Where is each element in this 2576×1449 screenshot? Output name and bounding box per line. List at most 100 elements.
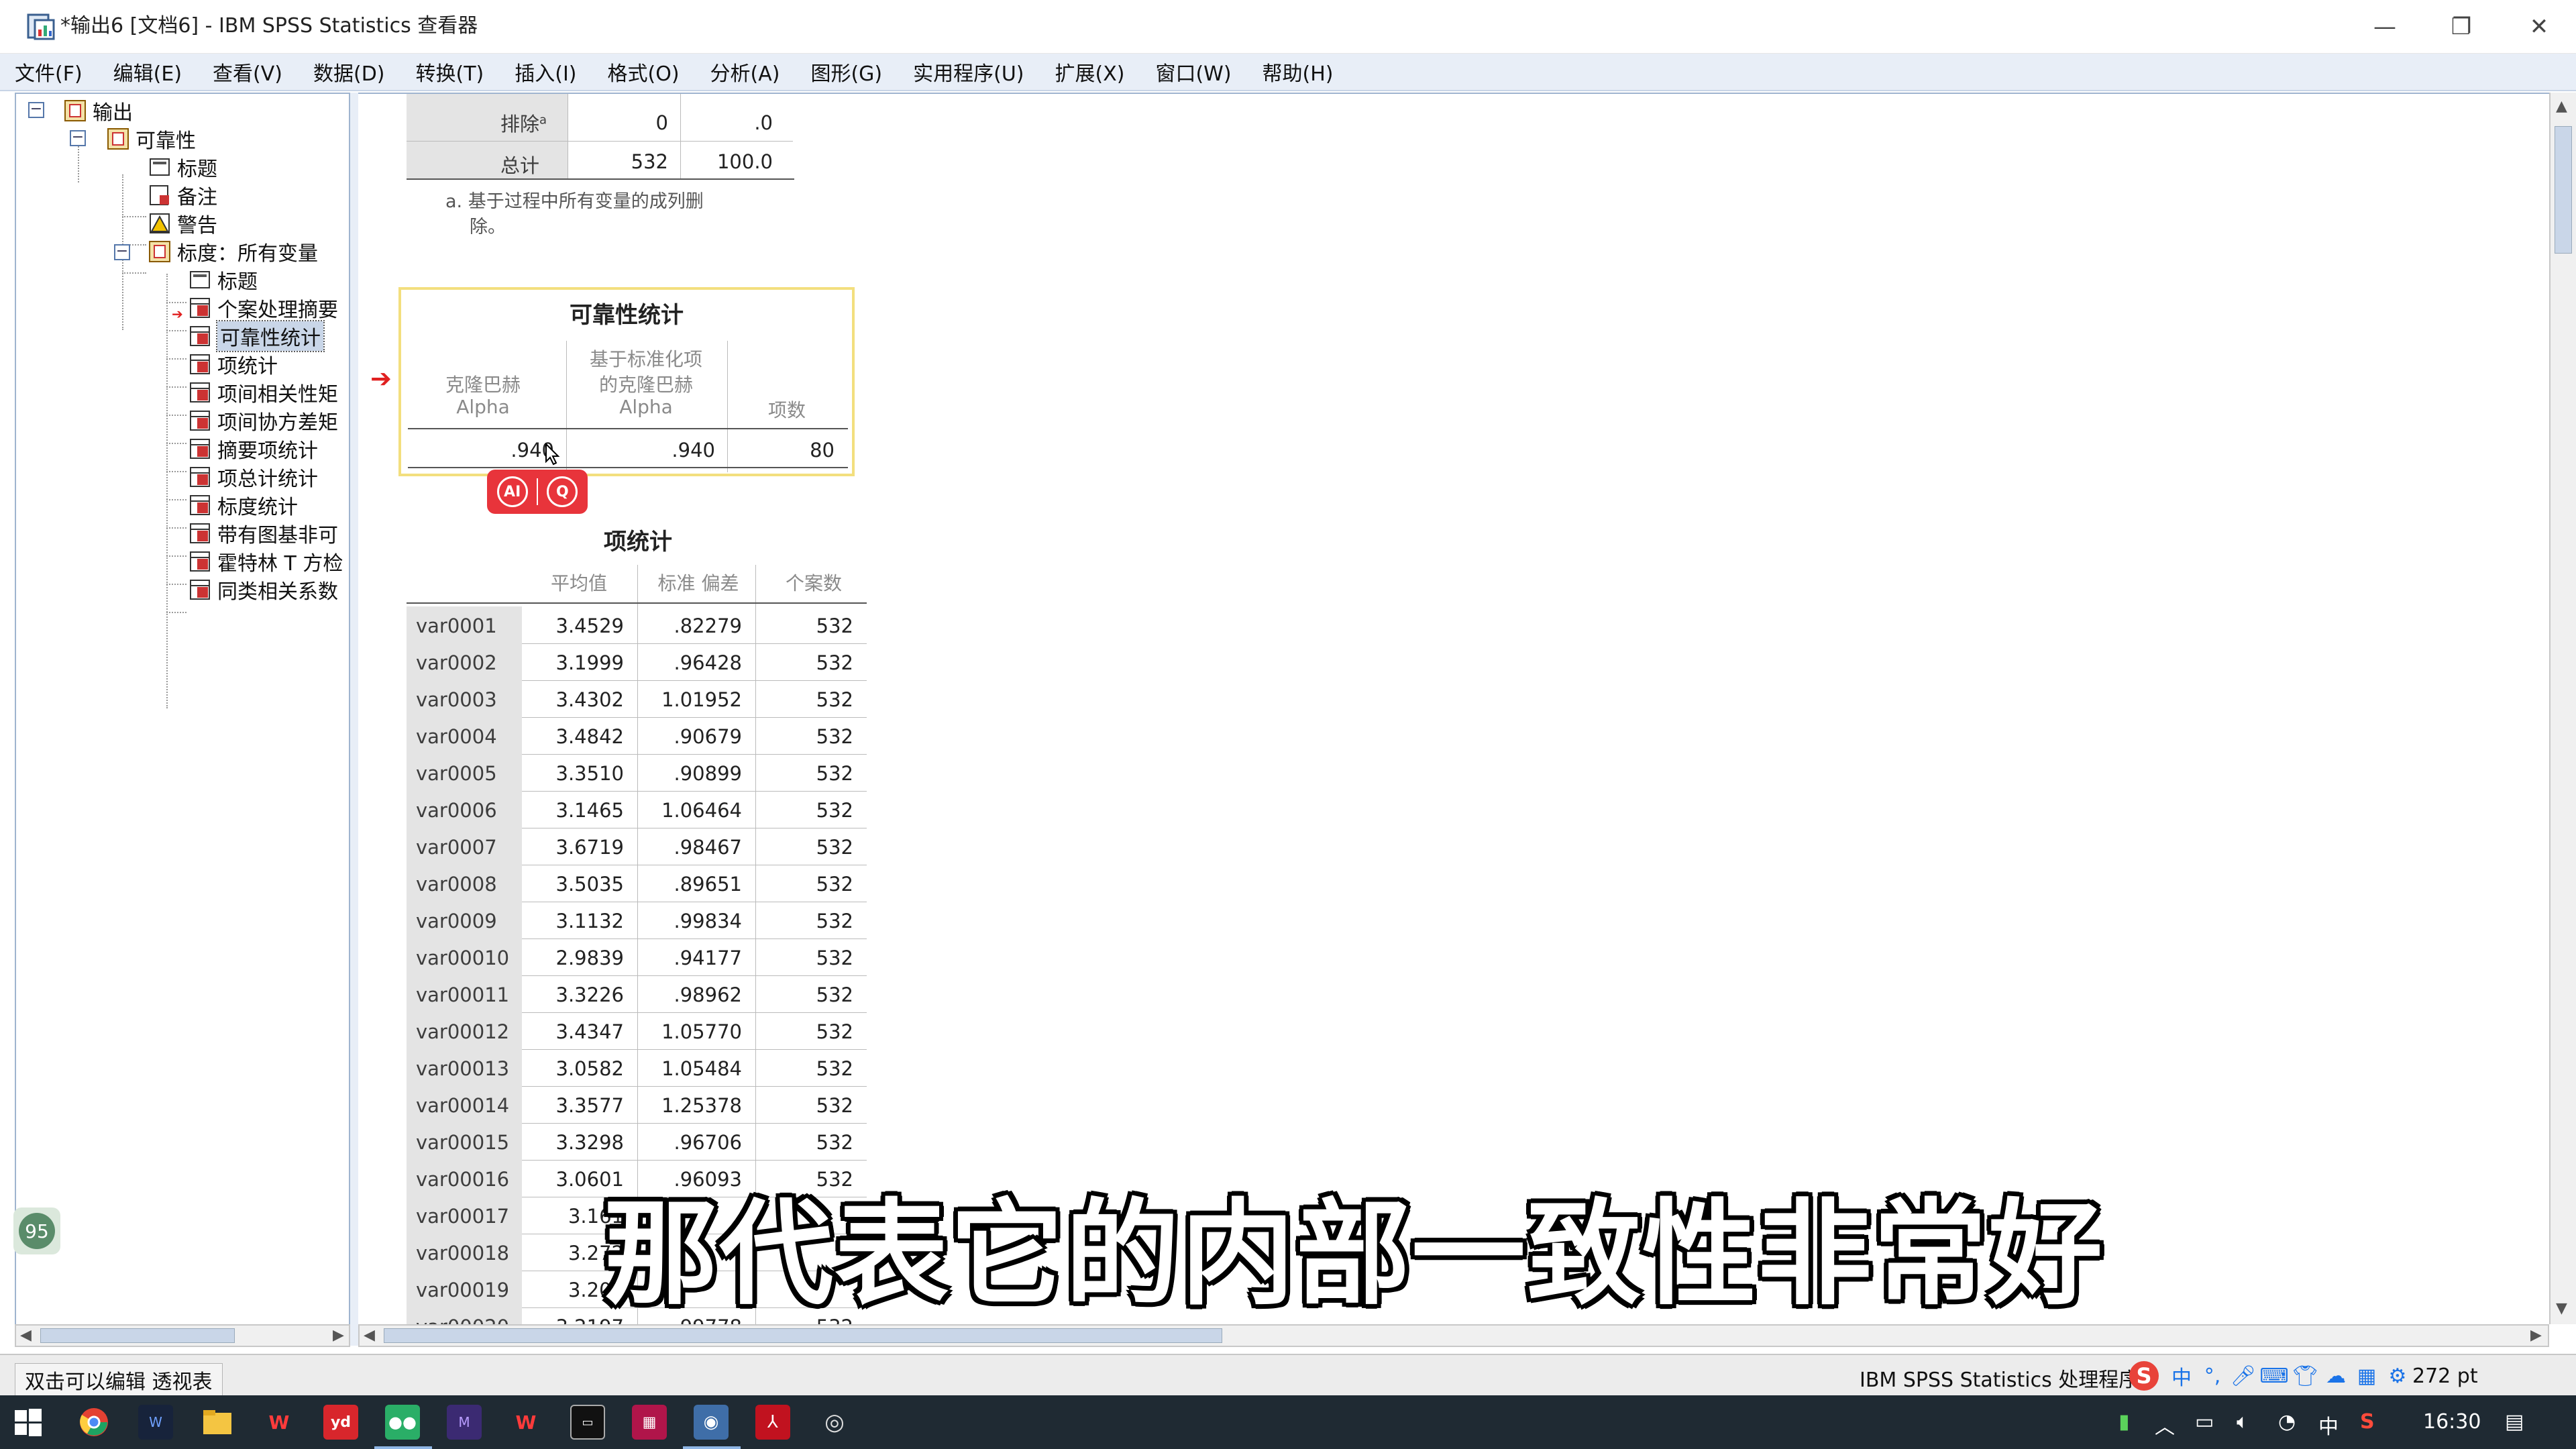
- wps-writer-icon[interactable]: W: [508, 1405, 543, 1440]
- tree-node-title[interactable]: 标题: [148, 153, 217, 181]
- tree-node-output[interactable]: 输出: [63, 97, 133, 125]
- cloud-icon[interactable]: ☁: [2321, 1359, 2351, 1393]
- item-std-dev-value: .90899: [674, 762, 742, 785]
- scroll-down-arrow-icon[interactable]: ▼: [2556, 1300, 2567, 1317]
- battery-green-icon[interactable]: ▮: [2118, 1410, 2130, 1434]
- scroll-thumb[interactable]: [384, 1328, 1222, 1343]
- wps-icon[interactable]: W: [262, 1405, 297, 1440]
- maximize-button[interactable]: ❐: [2424, 0, 2498, 54]
- menu-data[interactable]: 数据(D): [313, 57, 385, 87]
- ai-floating-toolbar[interactable]: AI Q: [487, 470, 588, 514]
- menu-window[interactable]: 窗口(W): [1155, 57, 1231, 87]
- sogou-tray-icon[interactable]: S: [2360, 1410, 2375, 1434]
- menu-format[interactable]: 格式(O): [608, 57, 680, 87]
- col-header-std-dev: 标准 偏差: [657, 572, 739, 594]
- procedure-book-icon: [107, 128, 129, 150]
- menu-insert[interactable]: 插入(I): [515, 57, 576, 87]
- menu-graphs[interactable]: 图形(G): [810, 57, 882, 87]
- chrome-icon[interactable]: [76, 1405, 111, 1440]
- windows-start-icon[interactable]: [11, 1405, 46, 1440]
- scroll-left-arrow-icon[interactable]: ◀: [20, 1327, 32, 1344]
- battery-icon[interactable]: ▭: [2195, 1410, 2214, 1434]
- scale-book-icon: [149, 241, 170, 262]
- scroll-thumb[interactable]: [2555, 126, 2572, 254]
- tray-expand-chevron-icon[interactable]: ︿: [2155, 1410, 2175, 1440]
- reliability-statistics-table[interactable]: 可靠性统计 克隆巴赫 Alpha 基于标准化项 的克隆巴赫 Alpha 项数 .…: [398, 287, 855, 476]
- tree-node-tukey-nonadditivity[interactable]: 带有图基非可: [188, 519, 338, 547]
- keyboard-icon[interactable]: ⌨: [2259, 1359, 2289, 1393]
- tray-language[interactable]: 中: [2318, 1410, 2339, 1440]
- spss-taskbar-icon[interactable]: ◉: [694, 1405, 729, 1440]
- menu-view[interactable]: 查看(V): [213, 57, 282, 87]
- skin-shirt-icon[interactable]: 👕︎: [2290, 1359, 2320, 1393]
- media-app-icon[interactable]: M: [447, 1405, 482, 1440]
- ime-chinese-mode[interactable]: 中: [2167, 1359, 2196, 1393]
- wifi-icon[interactable]: ◔: [2278, 1410, 2296, 1434]
- notification-center-icon[interactable]: ▤: [2505, 1410, 2524, 1434]
- scroll-up-arrow-icon[interactable]: ▲: [2556, 98, 2567, 115]
- item-std-dev-value: .96428: [674, 651, 742, 674]
- apps-grid-icon[interactable]: ▦: [2352, 1359, 2381, 1393]
- tree-node-item-stats[interactable]: 项统计: [188, 350, 278, 378]
- grid-app-icon[interactable]: ▦: [632, 1405, 667, 1440]
- tree-node-case-summary[interactable]: 个案处理摘要: [188, 294, 338, 322]
- clock[interactable]: 16:30: [2423, 1410, 2481, 1434]
- pane-splitter[interactable]: [350, 93, 358, 1346]
- case-pct-value: 100.0: [716, 150, 773, 173]
- tree-node-scale[interactable]: 标度：所有变量: [148, 237, 318, 266]
- tree-node-inter-item-covariance[interactable]: 项间协方差矩: [188, 407, 338, 435]
- item-variable-name: var00018: [416, 1242, 510, 1265]
- tree-node-scale-stats[interactable]: 标度统计: [188, 491, 298, 519]
- collapse-reliability-toggle[interactable]: −: [70, 130, 86, 146]
- menu-utilities[interactable]: 实用程序(U): [913, 57, 1024, 87]
- item-mean-value: 3.4842: [555, 725, 624, 748]
- tree-node-item-total-stats[interactable]: 项总计统计: [188, 463, 318, 491]
- menu-extensions[interactable]: 扩展(X): [1055, 57, 1125, 87]
- collapse-output-toggle[interactable]: −: [28, 102, 44, 118]
- close-button[interactable]: ✕: [2502, 0, 2576, 54]
- wechat-icon[interactable]: ●●: [385, 1405, 420, 1440]
- tree-node-scale-title[interactable]: 标题: [188, 266, 258, 294]
- youdao-icon[interactable]: yd: [323, 1405, 358, 1440]
- sogou-ime-icon[interactable]: S: [2125, 1359, 2163, 1393]
- scroll-right-arrow-icon[interactable]: ▶: [333, 1327, 344, 1344]
- volume-icon[interactable]: 🔈︎: [2237, 1410, 2249, 1434]
- punctuation-icon[interactable]: °,: [2198, 1359, 2227, 1393]
- microphone-icon[interactable]: 🎤︎: [2229, 1359, 2258, 1393]
- cronbach-alpha-value: .940: [511, 439, 554, 462]
- tree-node-hotelling-t2[interactable]: 霍特林 T 方检: [188, 547, 343, 576]
- minimize-button[interactable]: —: [2348, 0, 2422, 54]
- scroll-right-arrow-icon[interactable]: ▶: [2530, 1327, 2542, 1344]
- acrobat-icon[interactable]: ⅄: [755, 1405, 790, 1440]
- outline-horizontal-scrollbar[interactable]: ◀ ▶: [15, 1324, 350, 1347]
- floating-counter-badge[interactable]: 95: [13, 1208, 60, 1254]
- file-explorer-icon[interactable]: [200, 1405, 235, 1440]
- tree-node-intraclass-correlation[interactable]: 同类相关系数: [188, 576, 338, 604]
- scroll-left-arrow-icon[interactable]: ◀: [364, 1327, 375, 1344]
- tree-node-reliability-stats[interactable]: 可靠性统计: [188, 320, 325, 352]
- tree-node-warnings[interactable]: 警告: [148, 209, 217, 237]
- collapse-scale-toggle[interactable]: −: [114, 244, 130, 260]
- tree-node-inter-item-correlation[interactable]: 项间相关性矩: [188, 378, 338, 407]
- outline-pane[interactable]: − − − 输出 可靠性 标题 备注 警告 标度：所有变量 标题 个案处理摘要 …: [15, 93, 350, 1346]
- menu-edit[interactable]: 编辑(E): [113, 57, 182, 87]
- item-mean-value: 3.3298: [555, 1131, 624, 1154]
- search-icon[interactable]: Q: [547, 476, 578, 507]
- ai-assist-icon[interactable]: AI: [496, 476, 528, 507]
- table-icon: [190, 354, 210, 374]
- scroll-thumb[interactable]: [40, 1328, 235, 1343]
- tree-node-reliability[interactable]: 可靠性: [106, 125, 196, 153]
- word-app-icon[interactable]: W: [138, 1405, 173, 1440]
- current-item-arrow-icon: ➔: [172, 306, 183, 322]
- menu-analyze[interactable]: 分析(A): [710, 57, 780, 87]
- content-vertical-scrollbar[interactable]: ▲ ▼: [2549, 93, 2576, 1324]
- tree-node-summary-item-stats[interactable]: 摘要项统计: [188, 435, 318, 463]
- browser-globe-icon[interactable]: ◎: [817, 1405, 852, 1440]
- menu-file[interactable]: 文件(F): [15, 57, 83, 87]
- terminal-icon[interactable]: ▭: [570, 1405, 605, 1440]
- menu-transform[interactable]: 转换(T): [416, 57, 484, 87]
- menu-help[interactable]: 帮助(H): [1263, 57, 1334, 87]
- content-horizontal-scrollbar[interactable]: ◀ ▶: [358, 1324, 2549, 1347]
- settings-gear-icon[interactable]: ⚙: [2383, 1359, 2412, 1393]
- tree-node-notes[interactable]: 备注: [148, 181, 217, 209]
